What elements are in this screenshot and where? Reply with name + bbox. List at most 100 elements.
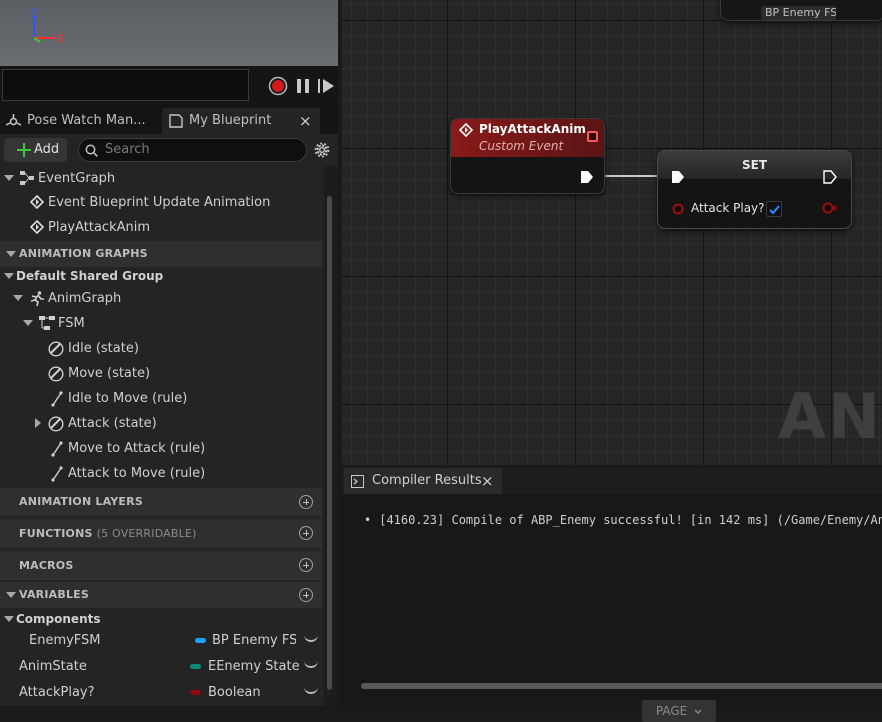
expand-caret-icon[interactable]	[13, 295, 23, 301]
attack-play-checkbox[interactable]	[766, 201, 782, 217]
tab-pose-watch-manager[interactable]: Pose Watch Man...	[0, 108, 160, 134]
compiler-message[interactable]: • [4160.23] Compile of ABP_Enemy successf…	[364, 513, 882, 527]
my-blueprint-tree: EventGraph Event Blueprint Update Animat…	[0, 166, 324, 706]
compiler-tab-label: Compiler Results	[372, 473, 482, 488]
exec-output-pin-icon[interactable]	[580, 170, 594, 184]
visibility-eye-icon[interactable]	[304, 660, 318, 668]
pause-icon[interactable]	[293, 76, 313, 96]
event-node-title: PlayAttackAnim	[479, 122, 586, 136]
variable-type[interactable]: BP Enemy FSM	[212, 628, 296, 653]
graph-icon	[20, 171, 34, 185]
compiler-tab-close-icon[interactable]: ×	[481, 468, 494, 494]
compiler-results-panel: Compiler Results × • [4160.23] Compile of…	[342, 468, 882, 722]
terminal-icon	[351, 475, 364, 488]
collapse-caret-icon[interactable]	[6, 251, 16, 257]
expand-caret-icon[interactable]	[4, 273, 14, 279]
tree-label-state: Attack (state)	[68, 416, 157, 431]
search-input[interactable]: Search	[78, 138, 307, 162]
add-macro-icon[interactable]	[299, 558, 313, 572]
tree-item-fsm[interactable]: FSM	[0, 311, 322, 336]
visibility-eye-icon[interactable]	[304, 686, 318, 694]
section-functions-title: FUNCTIONS	[19, 527, 93, 540]
bool-input-pin-icon[interactable]	[672, 203, 684, 215]
expand-caret-icon[interactable]	[23, 320, 33, 326]
tree-item-rule[interactable]: Attack to Move (rule)	[0, 461, 322, 486]
tab-pose-watch-label: Pose Watch Man...	[27, 113, 146, 128]
variable-type-pill-icon	[190, 690, 201, 695]
add-animation-layer-icon[interactable]	[299, 495, 313, 509]
variable-row[interactable]: AnimState EEnemy State	[0, 654, 322, 679]
event-node-playattackanim[interactable]: PlayAttackAnim Custom Event	[450, 118, 605, 194]
left-panel: Z X Pose Watch Man... My Blueprint × Add…	[0, 0, 338, 706]
tab-my-blueprint-label: My Blueprint	[189, 113, 272, 128]
variable-row[interactable]: EnemyFSM BP Enemy FSM	[0, 628, 322, 653]
tree-item-state[interactable]: Attack (state)	[0, 411, 322, 436]
state-icon	[48, 366, 64, 382]
blueprint-icon	[169, 114, 183, 128]
add-variable-icon[interactable]	[299, 588, 313, 602]
section-macros-title: MACROS	[19, 559, 74, 572]
tree-item-animgraph[interactable]: AnimGraph	[0, 286, 322, 311]
preview-viewport[interactable]: Z X	[0, 0, 338, 66]
expand-caret-icon[interactable]	[35, 418, 41, 428]
event-node-subtitle: Custom Event	[479, 139, 564, 153]
compiler-output: • [4160.23] Compile of ABP_Enemy successf…	[342, 494, 882, 722]
step-forward-icon[interactable]	[316, 76, 336, 96]
section-macros[interactable]: MACROS	[0, 551, 322, 580]
transition-rule-icon	[51, 441, 63, 457]
section-animation-layers[interactable]: ANIMATION LAYERS	[0, 488, 322, 516]
set-node-attack-play[interactable]: SET Attack Play?	[657, 150, 852, 229]
tree-item-state[interactable]: Idle (state)	[0, 336, 322, 361]
tree-label-fsm: FSM	[58, 316, 85, 331]
variable-type[interactable]: Boolean	[208, 680, 261, 705]
expand-caret-icon[interactable]	[4, 175, 14, 181]
add-button[interactable]: Add	[4, 138, 67, 162]
set-node-pin-label: Attack Play?	[691, 201, 765, 215]
expand-caret-icon[interactable]	[4, 616, 14, 622]
tree-label-playattackanim: PlayAttackAnim	[48, 220, 151, 235]
tree-item-playattackanim[interactable]: PlayAttackAnim	[0, 215, 322, 240]
event-icon	[30, 195, 44, 209]
playback-bar	[0, 66, 338, 104]
tree-item-eventgraph[interactable]: EventGraph	[0, 166, 322, 191]
event-node-header: PlayAttackAnim Custom Event	[451, 119, 604, 157]
tree-scrollbar[interactable]	[327, 196, 332, 690]
section-variables-title: VARIABLES	[19, 588, 89, 601]
variable-type[interactable]: EEnemy State	[208, 654, 300, 679]
tab-close-icon[interactable]: ×	[299, 108, 312, 134]
add-function-icon[interactable]	[299, 526, 313, 540]
exec-output-pin-icon[interactable]	[823, 170, 837, 184]
gear-icon[interactable]	[314, 142, 330, 158]
tree-item-event-update[interactable]: Event Blueprint Update Animation	[0, 190, 322, 215]
timeline-scrubber[interactable]	[2, 69, 249, 101]
tree-item-rule[interactable]: Move to Attack (rule)	[0, 436, 322, 461]
blueprint-graph-canvas[interactable]: BP Enemy FSM ANIM PlayAttackAnim Custom …	[342, 0, 882, 465]
event-icon	[459, 123, 473, 137]
tab-compiler-results[interactable]: Compiler Results ×	[344, 468, 502, 494]
collapse-caret-icon[interactable]	[6, 592, 16, 598]
variable-name: EnemyFSM	[29, 633, 101, 648]
exec-input-pin-icon[interactable]	[671, 170, 685, 184]
variable-name: AnimState	[19, 659, 87, 674]
transition-rule-icon	[51, 466, 63, 482]
axis-z-label: Z	[30, 7, 38, 20]
exec-wire	[592, 175, 673, 177]
visibility-eye-icon[interactable]	[304, 634, 318, 642]
record-icon[interactable]	[268, 76, 288, 96]
chevron-down-icon	[694, 709, 702, 714]
delegate-pin-icon[interactable]	[587, 131, 598, 142]
page-dropdown[interactable]: PAGE	[642, 700, 716, 722]
bool-output-pin-icon[interactable]	[822, 202, 838, 214]
section-variables[interactable]: VARIABLES	[0, 582, 322, 608]
tree-label-state: Idle (state)	[68, 341, 139, 356]
variable-row[interactable]: AttackPlay? Boolean	[0, 680, 322, 705]
compiler-horizontal-scrollbar[interactable]	[361, 683, 882, 689]
tab-my-blueprint[interactable]: My Blueprint ×	[162, 108, 320, 134]
tree-item-rule[interactable]: Idle to Move (rule)	[0, 386, 322, 411]
add-button-label: Add	[34, 142, 60, 157]
tree-label-state: Move (state)	[68, 366, 151, 381]
tree-item-state[interactable]: Move (state)	[0, 361, 322, 386]
page-dropdown-label: PAGE	[655, 704, 688, 718]
section-functions[interactable]: FUNCTIONS (5 OVERRIDABLE)	[0, 519, 322, 548]
tree-label-rule: Attack to Move (rule)	[68, 466, 206, 481]
